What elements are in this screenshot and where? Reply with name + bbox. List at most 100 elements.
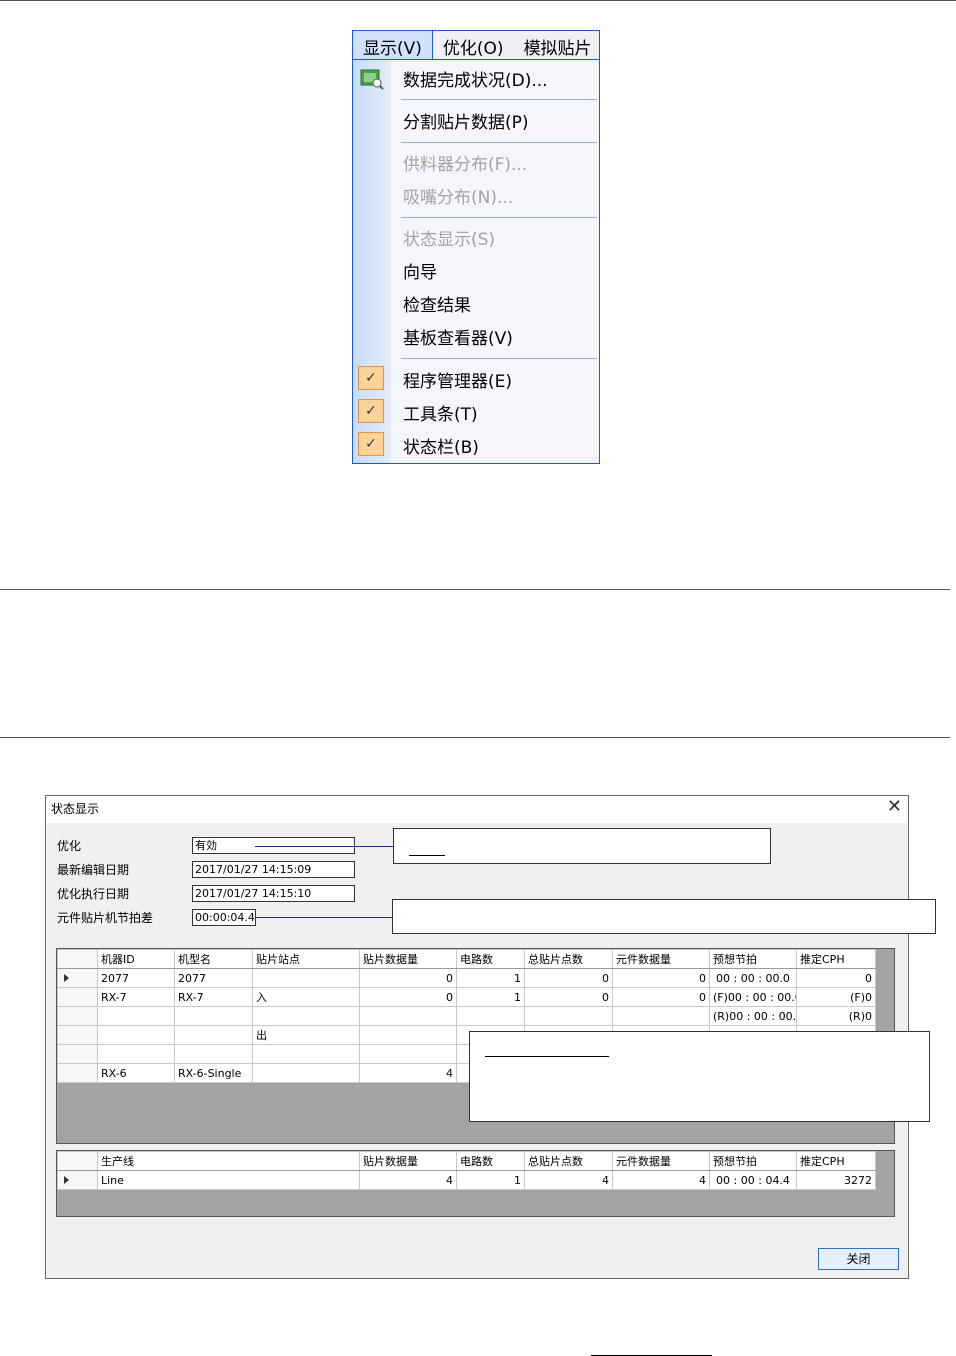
cell: RX-6-Single: [174, 1063, 253, 1083]
check-icon: ✓: [358, 432, 384, 456]
cell: 0: [612, 968, 710, 988]
line-status-grid: 生产线 贴片数据量 电路数 总贴片点数 元件数据量 预想节拍 推定CPH Lin…: [56, 1150, 895, 1217]
cell: [174, 1006, 253, 1026]
menu-item-program-manager[interactable]: ✓ 程序管理器(E): [353, 363, 599, 393]
column-header[interactable]: 贴片站点: [252, 949, 360, 969]
column-header[interactable]: 总贴片点数: [524, 949, 613, 969]
cell: 0: [359, 968, 457, 988]
optimize-exec-date-label: 优化执行日期: [57, 887, 130, 901]
row-pointer-icon: [64, 1175, 69, 1184]
cell: 0: [524, 968, 613, 988]
menu-display[interactable]: 显示(V): [353, 31, 433, 59]
cell: [97, 1025, 175, 1045]
column-header[interactable]: 机型名: [174, 949, 253, 969]
column-header[interactable]: 元件数据量: [612, 949, 710, 969]
cell: (R)0: [796, 1006, 876, 1026]
cell: [252, 1063, 360, 1083]
table-header-row: 机器ID 机型名 贴片站点 贴片数据量 电路数 总贴片点数 元件数据量 预想节拍…: [57, 949, 876, 969]
menu-optimize[interactable]: 优化(O): [433, 31, 514, 59]
optimize-exec-date-field: 2017/01/27 14:15:10: [192, 885, 355, 902]
cell: RX-7: [97, 987, 175, 1007]
menu-item-toolbar[interactable]: ✓ 工具条(T): [353, 396, 599, 426]
cell: [174, 1044, 253, 1064]
column-header[interactable]: 生产线: [97, 1151, 360, 1171]
dialog-title: 状态显示: [51, 802, 100, 816]
menu-separator: [401, 217, 597, 218]
top-divider: [0, 0, 956, 1]
cell: [97, 1006, 175, 1026]
menu-item-check-result[interactable]: 检查结果: [353, 287, 599, 317]
menu-item-split-data[interactable]: 分割贴片数据(P): [353, 104, 599, 134]
cell: 出: [252, 1025, 360, 1045]
column-header[interactable]: 电路数: [456, 1151, 525, 1171]
column-header[interactable]: 预想节拍: [709, 949, 797, 969]
menu-item-statusbar[interactable]: ✓ 状态栏(B): [353, 429, 599, 459]
row-header-cell: [57, 987, 98, 1007]
menu-item-label: 向导: [403, 263, 437, 283]
callout-underline: [409, 855, 445, 856]
menu-item-data-status[interactable]: 数据完成状况(D)...: [353, 62, 599, 92]
menu-item-label: 状态栏(B): [403, 438, 479, 458]
row-pointer-icon: [64, 973, 69, 982]
menu-item-label: 工具条(T): [403, 405, 478, 425]
cell: (F)0: [796, 987, 876, 1007]
optimize-label: 优化: [57, 839, 82, 853]
cell: 4: [612, 1170, 710, 1190]
menu-simulate[interactable]: 模拟贴片: [514, 31, 599, 59]
cell: (R)00 : 00 : 00.0: [709, 1006, 797, 1026]
takt-diff-label: 元件贴片机节拍差: [57, 911, 154, 925]
row-header-cell: [57, 1151, 98, 1171]
menu-item-status-display: 状态显示(S): [353, 221, 599, 251]
cell: 2077: [174, 968, 253, 988]
menu-item-board-viewer[interactable]: 基板查看器(V): [353, 320, 599, 350]
section-divider: [0, 589, 950, 590]
column-header[interactable]: 总贴片点数: [524, 1151, 613, 1171]
current-row-indicator: [57, 1170, 98, 1190]
cell: RX-7: [174, 987, 253, 1007]
column-header[interactable]: 贴片数据量: [359, 949, 457, 969]
menu-separator: [401, 99, 597, 100]
callout-leader-line: [255, 917, 392, 918]
table-row[interactable]: (R)00 : 00 : 00.0 (R)0: [57, 1006, 876, 1026]
row-header-cell: [57, 1044, 98, 1064]
row-header-cell: [57, 1063, 98, 1083]
column-header[interactable]: 元件数据量: [612, 1151, 710, 1171]
cell: [97, 1044, 175, 1064]
current-row-indicator: [57, 968, 98, 988]
menu-item-wizard[interactable]: 向导: [353, 254, 599, 284]
column-header[interactable]: 推定CPH: [796, 1151, 876, 1171]
column-header[interactable]: 推定CPH: [796, 949, 876, 969]
cell: 入: [252, 987, 360, 1007]
last-edit-date-label: 最新编辑日期: [57, 863, 130, 877]
cell: 4: [359, 1063, 457, 1083]
cell: [456, 1006, 525, 1026]
last-edit-date-field: 2017/01/27 14:15:09: [192, 861, 355, 878]
cell: [359, 1025, 457, 1045]
column-header[interactable]: 电路数: [456, 949, 525, 969]
row-header-cell: [57, 949, 98, 969]
column-header[interactable]: 贴片数据量: [359, 1151, 457, 1171]
close-button[interactable]: 关闭: [818, 1248, 899, 1270]
takt-diff-field: 00:00:04.4: [192, 909, 256, 926]
table-row[interactable]: RX-7 RX-7 入 0 1 0 0 (F)00 : 00 : 00.0 (F…: [57, 987, 876, 1007]
cell: 4: [524, 1170, 613, 1190]
close-icon[interactable]: ✕: [887, 796, 902, 817]
cell: 0: [612, 987, 710, 1007]
column-header[interactable]: 机器ID: [97, 949, 175, 969]
callout-box: [392, 899, 936, 934]
cell: 00 : 00 : 00.0: [709, 968, 797, 988]
menu-item-label: 检查结果: [403, 296, 471, 316]
column-header[interactable]: 预想节拍: [709, 1151, 797, 1171]
menu-item-label: 状态显示(S): [403, 230, 496, 250]
menu-item-label: 程序管理器(E): [403, 372, 513, 392]
cell: [174, 1025, 253, 1045]
data-status-icon: [360, 69, 384, 90]
row-header-cell: [57, 1025, 98, 1045]
table-row[interactable]: Line 4 1 4 4 00 : 00 : 04.4 3272: [57, 1170, 876, 1190]
table-row[interactable]: 2077 2077 0 1 0 0 00 : 00 : 00.0 0: [57, 968, 876, 988]
cell: [252, 1006, 360, 1026]
cell: 1: [456, 987, 525, 1007]
section-divider: [0, 737, 950, 738]
callout-underline: [485, 1056, 609, 1057]
menu-bar: 显示(V) 优化(O) 模拟贴片: [352, 30, 600, 59]
